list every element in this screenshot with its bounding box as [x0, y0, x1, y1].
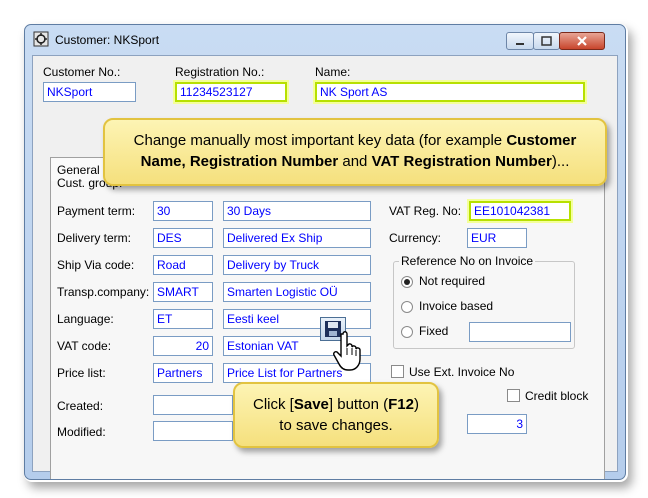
callout-top-end: )... — [551, 153, 570, 170]
transp-company-label: Transp.company: — [57, 285, 150, 299]
customer-no-label: Customer No.: — [43, 65, 121, 79]
fixed-label: Fixed — [419, 324, 449, 338]
vat-reg-label: VAT Reg. No: — [389, 204, 462, 218]
credit-block-checkbox[interactable] — [507, 389, 520, 402]
ship-via-code[interactable]: Road — [153, 255, 213, 275]
save-callout: Click [Save] button (F12) to save change… — [233, 382, 439, 448]
language-label: Language: — [57, 312, 114, 326]
maximize-icon — [541, 36, 552, 46]
delivery-term-code[interactable]: DES — [153, 228, 213, 248]
invoice-based-label: Invoice based — [419, 299, 494, 313]
language-code[interactable]: ET — [153, 309, 213, 329]
hand-cursor-icon — [333, 331, 361, 371]
payment-term-code[interactable]: 30 — [153, 201, 213, 221]
vat-code-field[interactable]: 20 — [153, 336, 213, 356]
minimize-icon — [516, 43, 524, 45]
fixed-radio[interactable] — [401, 326, 413, 338]
callout-top-text1: Change manually most important key data … — [133, 132, 507, 149]
created-field[interactable] — [153, 395, 233, 415]
reference-group-title: Reference No on Invoice — [399, 254, 536, 268]
close-button[interactable] — [559, 32, 605, 50]
callout-bottom-post: ) — [413, 396, 419, 413]
use-ext-invoice-checkbox[interactable] — [391, 365, 404, 378]
name-label: Name: — [315, 65, 351, 79]
callout-bottom-mid: ] button ( — [328, 396, 389, 413]
count-field[interactable]: 3 — [467, 414, 527, 434]
maximize-button[interactable] — [533, 32, 560, 50]
callout-top-and: and — [338, 153, 372, 170]
transp-company-code[interactable]: SMART — [153, 282, 213, 302]
customer-no-field[interactable]: NKSport — [43, 82, 136, 102]
callout-top-name-reg: Name, Registration Number — [140, 153, 339, 170]
registration-no-field[interactable]: 11234523127 — [175, 82, 287, 102]
vat-code-label: VAT code: — [57, 339, 112, 353]
price-list-label: Price list: — [57, 366, 106, 380]
callout-bottom-key: F12 — [388, 396, 414, 413]
minimize-button[interactable] — [506, 32, 534, 50]
not-required-label: Not required — [419, 274, 486, 288]
vat-reg-field[interactable]: EE101042381 — [469, 201, 571, 221]
ship-via-label: Ship Via code: — [57, 258, 135, 272]
title-bar[interactable]: Customer: NKSport — [25, 25, 625, 55]
credit-block-label: Credit block — [525, 389, 589, 403]
name-field[interactable]: NK Sport AS — [315, 82, 585, 102]
window-title: Customer: NKSport — [55, 33, 160, 47]
payment-term-label: Payment term: — [57, 204, 136, 218]
callout-bottom-save: Save — [293, 396, 329, 413]
key-data-callout: Change manually most important key data … — [103, 118, 607, 186]
modified-label: Modified: — [57, 425, 106, 439]
callout-top-vat: VAT Registration Number — [371, 153, 552, 170]
payment-term-desc[interactable]: 30 Days — [223, 201, 371, 221]
modified-field[interactable] — [153, 421, 233, 441]
callout-top-customer: Customer — [506, 132, 577, 149]
callout-bottom-pre: Click [ — [253, 396, 294, 413]
price-list-code[interactable]: Partners — [153, 363, 213, 383]
use-ext-invoice-label: Use Ext. Invoice No — [409, 365, 515, 379]
language-desc[interactable]: Eesti keel — [223, 309, 371, 329]
delivery-term-desc[interactable]: Delivered Ex Ship — [223, 228, 371, 248]
invoice-based-radio[interactable] — [401, 301, 413, 313]
close-icon — [577, 36, 587, 46]
callout-bottom-line2: to save changes. — [279, 417, 393, 434]
ship-via-desc[interactable]: Delivery by Truck — [223, 255, 371, 275]
delivery-term-label: Delivery term: — [57, 231, 132, 245]
created-label: Created: — [57, 399, 104, 413]
transp-company-desc[interactable]: Smarten Logistic OÜ — [223, 282, 371, 302]
registration-no-label: Registration No.: — [175, 65, 265, 79]
fixed-reference-field[interactable] — [469, 322, 571, 342]
currency-label: Currency: — [389, 231, 442, 245]
not-required-radio[interactable] — [401, 276, 413, 288]
currency-field[interactable]: EUR — [467, 228, 527, 248]
app-icon — [33, 31, 49, 47]
